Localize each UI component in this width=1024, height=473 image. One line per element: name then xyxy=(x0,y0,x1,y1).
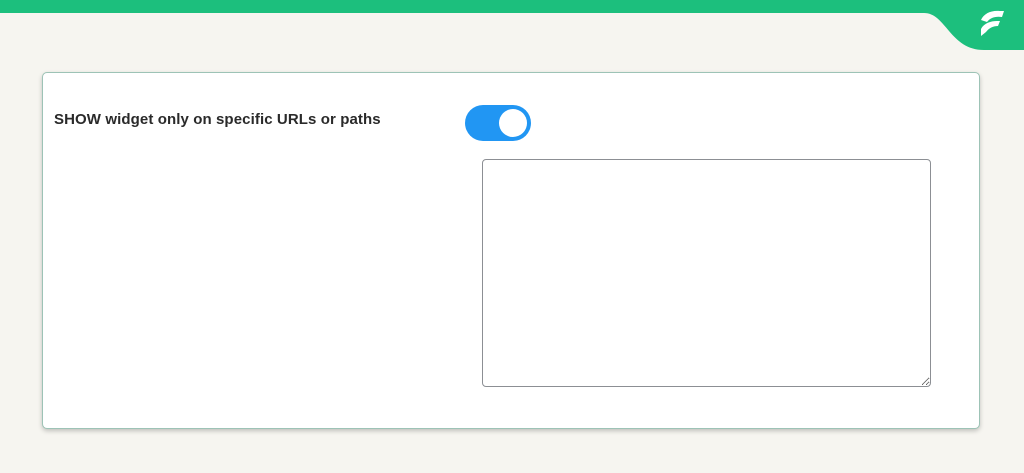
settings-card: SHOW widget only on specific URLs or pat… xyxy=(42,72,980,429)
url-paths-textarea[interactable] xyxy=(482,159,931,387)
brand-tab xyxy=(904,0,1024,50)
setting-label: SHOW widget only on specific URLs or pat… xyxy=(54,111,381,128)
top-accent-bar xyxy=(0,0,1024,13)
brand-logo-icon xyxy=(904,0,1024,50)
toggle-knob xyxy=(499,109,527,137)
show-widget-toggle[interactable] xyxy=(465,105,531,141)
